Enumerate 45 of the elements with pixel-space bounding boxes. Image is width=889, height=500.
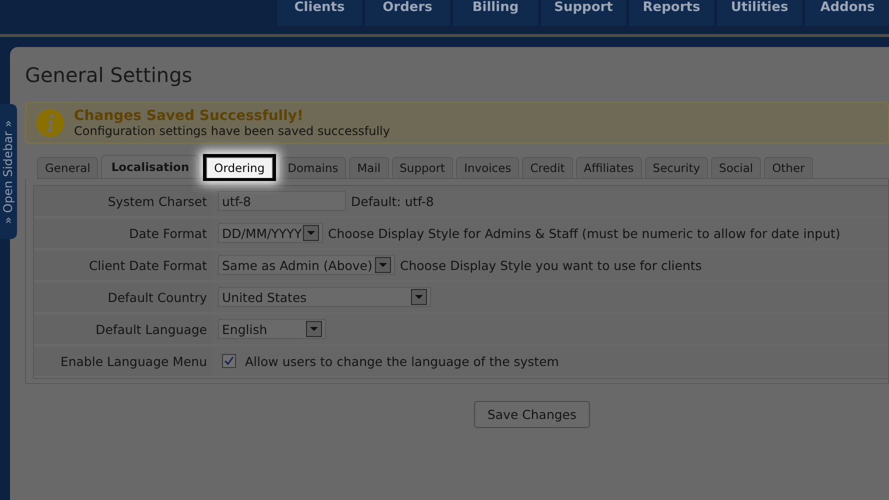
alert-message: Configuration settings have been saved successfully [74,124,390,138]
settings-tab[interactable]: Credit [522,157,573,178]
open-sidebar-tab[interactable]: » Open Sidebar » [0,104,17,239]
settings-tab[interactable]: General [37,157,98,178]
dropdown[interactable]: Same as Admin (Above) [218,255,395,275]
field-description: Default: utf-8 [351,194,434,208]
field-description: Choose Display Style you want to use for clients [400,258,702,272]
nav-menu-item[interactable]: Clients [277,0,362,26]
field-description: Choose Display Style for Admins & Staff (must be numeric to allow for date input) [328,226,840,240]
dropdown-caret-icon [306,321,322,337]
save-changes-button[interactable]: Save Changes [474,401,590,428]
nav-menu-item[interactable]: Orders [365,0,450,26]
settings-tab[interactable]: Support [392,157,454,178]
settings-tab[interactable]: Invoices [456,157,520,178]
settings-tab[interactable]: Domains [280,157,346,178]
field-label: Enable Language Menu [59,354,208,368]
field-label: Date Format [128,226,208,240]
dropdown[interactable]: DD/MM/YYYY [218,223,323,243]
settings-tab[interactable]: Affiliates [576,157,642,178]
dropdown-caret-icon [303,225,319,241]
dropdown-caret-icon [375,257,391,273]
settings-tab[interactable]: Other [764,157,813,178]
nav-menu-item[interactable]: Billing [453,0,538,26]
settings-tab[interactable]: Security [644,157,708,178]
field-label: System Charset [106,194,208,208]
checkbox[interactable] [222,354,236,368]
nav-menu-item[interactable]: Support [541,0,626,26]
page-title: General Settings [25,63,194,87]
settings-tab[interactable]: Localisation [101,155,200,178]
field-label: Client Date Format [88,258,208,272]
dropdown-caret-icon [411,289,427,305]
settings-tab[interactable]: Mail [349,157,389,178]
nav-menu-item[interactable]: Reports [629,0,714,26]
field-label: Default Language [94,322,208,336]
nav-menu-item[interactable]: Addons [805,0,889,26]
nav-menu-item[interactable]: Utilities [717,0,802,26]
dropdown[interactable]: United States [218,287,431,307]
info-icon [36,109,64,137]
text-field[interactable]: utf-8 [218,191,346,211]
alert-title: Changes Saved Successfully! [74,108,304,124]
field-label: Default Country [106,290,208,304]
dropdown[interactable]: English [218,319,326,339]
field-description: Allow users to change the language of the system [245,354,559,368]
settings-tab[interactable]: Ordering [206,157,273,178]
settings-tab[interactable]: Social [711,157,762,178]
